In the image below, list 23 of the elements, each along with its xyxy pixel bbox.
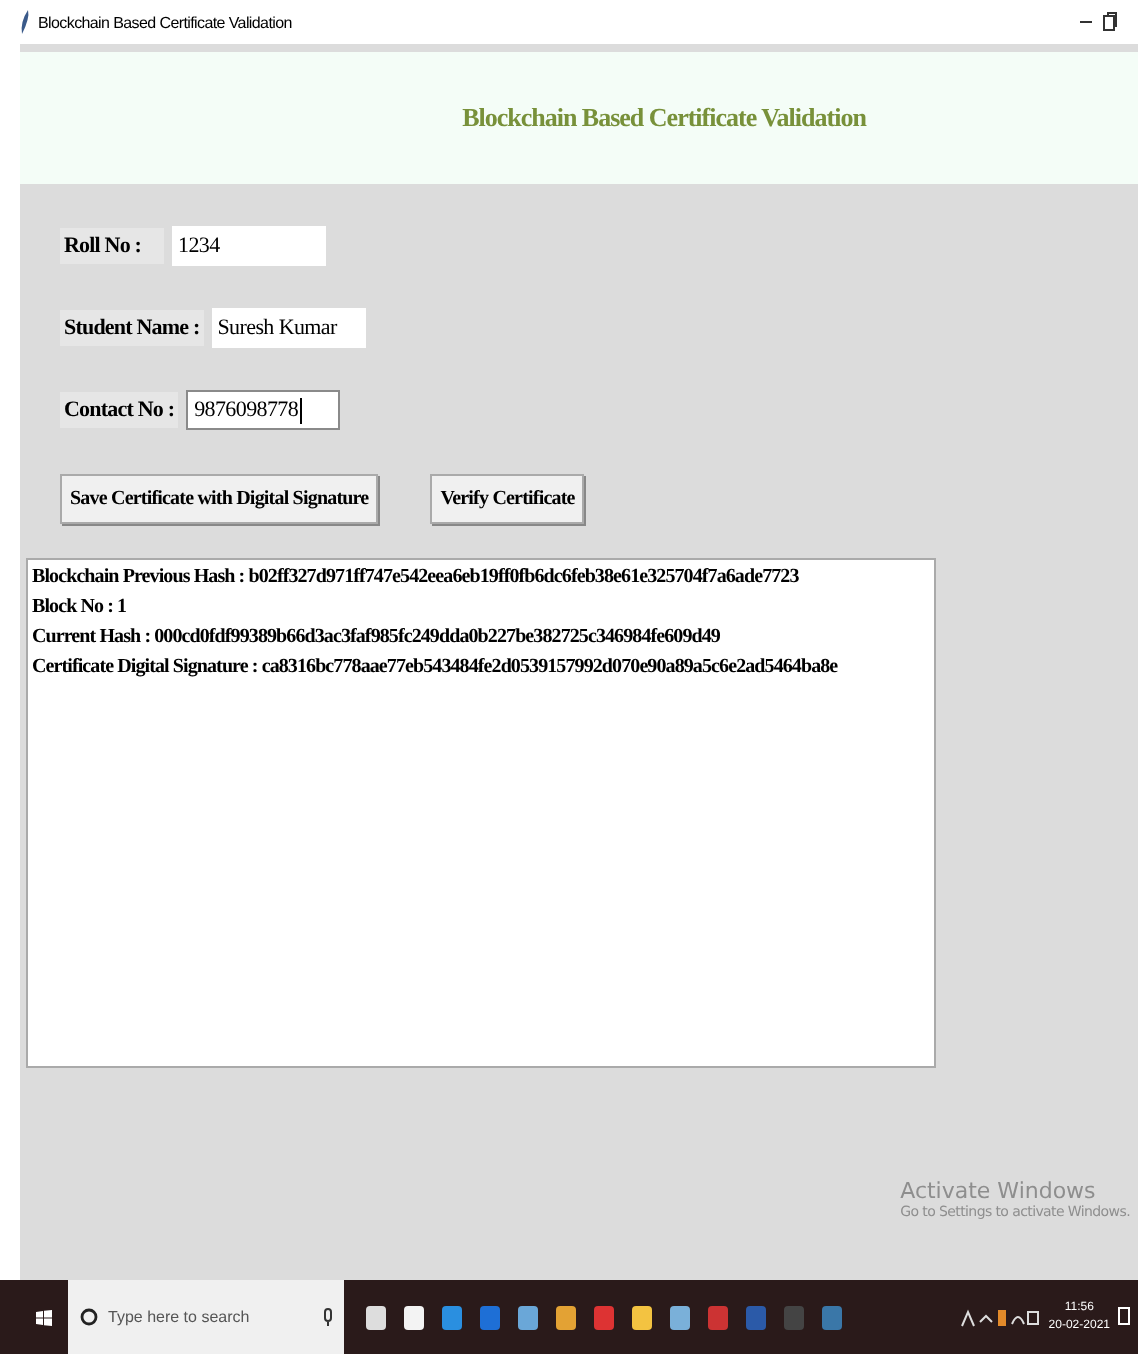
- output-line: Blockchain Previous Hash : b02ff327d971ff747e542eea6eb19ff0fb6dc6feb38e61e325704f7a6ade7723: [32, 566, 801, 590]
- feather-icon: [20, 10, 30, 34]
- action-button[interactable]: Save Certificate with Digital Signature: [60, 474, 379, 524]
- restore-icon[interactable]: [1102, 12, 1118, 32]
- action-button[interactable]: Verify Certificate: [430, 474, 585, 524]
- field-label: Roll No :: [60, 228, 164, 264]
- input-field[interactable]: Suresh Kumar: [211, 308, 366, 348]
- input-field[interactable]: 1234: [172, 226, 326, 266]
- output-line: Current Hash : 000cd0fdf99389b66d3ac3faf985fc249dda0b227be382725c346984fe609d49: [32, 626, 722, 650]
- field-label: Contact No :: [60, 392, 179, 428]
- windows-icon[interactable]: [36, 1309, 52, 1325]
- microphone-icon[interactable]: [324, 1308, 332, 1326]
- output-line: Certificate Digital Signature : ca8316bc778aae77eb543484fe2d0539157992d070e90a89a5c6e2ad5464ba8e: [32, 656, 840, 680]
- window-title: Blockchain Based Certificate Validation: [38, 13, 294, 31]
- taskbar-search-field[interactable]: Type here to search: [68, 1280, 344, 1354]
- field-label: Student Name :: [60, 310, 204, 346]
- output-text-area[interactable]: [26, 558, 936, 1068]
- notification-icon[interactable]: [1118, 1305, 1130, 1329]
- header-title: Blockchain Based Certificate Validation: [460, 102, 866, 134]
- system-tray-icons[interactable]: [960, 1307, 1041, 1327]
- output-line: Block No : 1: [32, 596, 129, 620]
- input-field[interactable]: 9876098778: [186, 390, 341, 430]
- watermark-title: Activate Windows: [900, 1178, 1098, 1204]
